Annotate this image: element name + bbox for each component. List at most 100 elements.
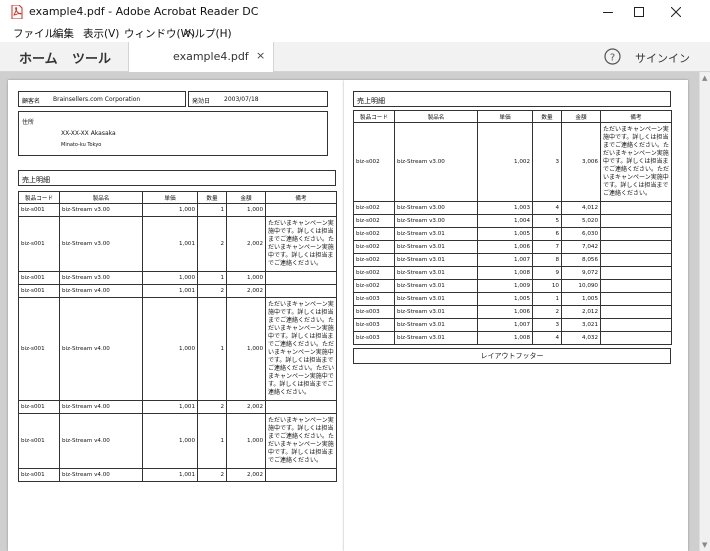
- sales-detail-title-box-2: 売上明細: [353, 91, 671, 107]
- cell-quantity: 4: [532, 201, 562, 215]
- cell-quantity: 2: [532, 305, 562, 319]
- customer-label: 顧客名: [22, 98, 41, 105]
- cell-remarks: [265, 271, 337, 285]
- cell-remarks: [600, 331, 672, 345]
- cell-product-code: biz-s002: [353, 227, 395, 241]
- cell-unit-price: 1,001: [142, 284, 198, 298]
- cell-unit-price: 1,005: [477, 292, 533, 306]
- cell-amount: 4,012: [561, 201, 601, 215]
- cell-unit-price: 1,007: [477, 318, 533, 332]
- cell-remarks: [600, 214, 672, 228]
- close-window-button[interactable]: [656, 0, 696, 24]
- tab-home[interactable]: ホーム: [19, 48, 58, 67]
- cell-product-name: biz-Stream v3.01: [394, 240, 478, 254]
- sales-detail-title-box: 売上明細: [18, 170, 336, 186]
- help-icon[interactable]: ?: [604, 48, 621, 65]
- cell-amount: 2,012: [561, 305, 601, 319]
- table-row: biz-s002 biz-Stream v3.01 1,006 7 7,042: [353, 240, 672, 254]
- cell-remarks: [265, 468, 337, 482]
- maximize-button[interactable]: [619, 0, 659, 24]
- cell-product-code: biz-s001: [18, 468, 60, 482]
- cell-product-code: biz-s001: [18, 284, 60, 298]
- cell-amount: 2,002: [226, 284, 266, 298]
- cell-unit-price: 1,000: [142, 203, 198, 217]
- menu-file[interactable]: ファイル: [13, 26, 55, 41]
- cell-remarks: [600, 305, 672, 319]
- help-glyph: ?: [610, 52, 615, 63]
- layout-footer-label: レイアウトフッター: [480, 352, 544, 360]
- col-unit-price: 単価: [477, 110, 533, 123]
- cell-amount: 2,002: [226, 400, 266, 414]
- cell-product-code: biz-s001: [18, 413, 60, 469]
- col-amount: 金額: [226, 191, 266, 204]
- cell-remarks: [600, 318, 672, 332]
- cell-product-code: biz-s001: [18, 216, 60, 272]
- address-label: 住所: [22, 119, 35, 126]
- table-row: biz-s003 biz-Stream v3.01 1,008 4 4,032: [353, 331, 672, 345]
- cell-remarks: ただいまキャンペーン実施中です。詳しくは担当までご連絡ください。ただいまキャンペ…: [265, 216, 337, 272]
- cell-remarks: [600, 240, 672, 254]
- signin-button[interactable]: サインイン: [635, 50, 690, 66]
- cell-unit-price: 1,008: [477, 331, 533, 345]
- cell-quantity: 7: [532, 240, 562, 254]
- pdf-page-1: 顧客名 Brainsellers.com Corporation 発効日 200…: [8, 80, 344, 551]
- cell-amount: 2,002: [226, 216, 266, 272]
- cell-quantity: 6: [532, 227, 562, 241]
- cell-amount: 1,000: [226, 413, 266, 469]
- scroll-down-icon[interactable]: ▼: [702, 541, 707, 549]
- cell-remarks: [600, 227, 672, 241]
- cell-amount: 7,042: [561, 240, 601, 254]
- tab-document-label: example4.pdf: [173, 50, 249, 63]
- cell-remarks: ただいまキャンペーン実施中です。詳しくは担当までご連絡ください。ただいまキャンペ…: [265, 297, 337, 401]
- menu-edit[interactable]: 編集: [53, 26, 74, 41]
- cell-amount: 3,021: [561, 318, 601, 332]
- cell-product-code: biz-s003: [353, 292, 395, 306]
- document-viewer[interactable]: 顧客名 Brainsellers.com Corporation 発効日 200…: [0, 72, 699, 551]
- menu-view[interactable]: 表示(V): [83, 26, 119, 41]
- col-remarks: 備考: [265, 191, 337, 204]
- cell-unit-price: 1,003: [477, 201, 533, 215]
- cell-remarks: ただいまキャンペーン実施中です。詳しくは担当までご連絡ください。ただいまキャンペ…: [600, 122, 672, 202]
- cell-product-name: biz-Stream v3.01: [394, 292, 478, 306]
- sales-detail-table-page2: 製品コード 製品名 単価 数量 金額 備考 biz-s002 biz-Stream…: [353, 110, 672, 345]
- cell-product-name: biz-Stream v3.01: [394, 253, 478, 267]
- cell-remarks: [600, 201, 672, 215]
- date-value: 2003/07/18: [224, 96, 259, 103]
- cell-unit-price: 1,000: [142, 413, 198, 469]
- layout-footer: レイアウトフッター: [353, 348, 671, 364]
- cell-unit-price: 1,006: [477, 305, 533, 319]
- address-line2: Minato-ku Tokyo: [61, 142, 102, 148]
- vertical-scrollbar[interactable]: ▲ ▼: [699, 72, 710, 551]
- table-row: biz-s002 biz-Stream v3.00 1,002 3 3,006 ただいまキ…: [353, 122, 672, 202]
- cell-remarks: [600, 266, 672, 280]
- cell-product-code: biz-s003: [353, 305, 395, 319]
- cell-quantity: 3: [532, 122, 562, 202]
- table-header-row: 製品コード 製品名 単価 数量 金額 備考: [18, 191, 337, 204]
- customer-value: Brainsellers.com Corporation: [53, 96, 141, 103]
- cell-quantity: 2: [197, 468, 227, 482]
- cell-unit-price: 1,000: [142, 297, 198, 401]
- scroll-up-icon[interactable]: ▲: [702, 74, 707, 82]
- cell-product-code: biz-s001: [18, 400, 60, 414]
- date-label: 発効日: [192, 98, 211, 105]
- cell-quantity: 1: [197, 297, 227, 401]
- close-tab-icon[interactable]: ×: [256, 49, 265, 62]
- cell-unit-price: 1,001: [142, 400, 198, 414]
- table-row: biz-s002 biz-Stream v3.01 1,005 6 6,030: [353, 227, 672, 241]
- cell-product-name: biz-Stream v3.00: [59, 216, 143, 272]
- cell-unit-price: 1,009: [477, 279, 533, 293]
- cell-product-code: biz-s003: [353, 331, 395, 345]
- cell-amount: 6,030: [561, 227, 601, 241]
- cell-unit-price: 1,001: [142, 468, 198, 482]
- minimize-icon: [603, 12, 613, 13]
- cell-amount: 2,002: [226, 468, 266, 482]
- tab-document[interactable]: example4.pdf ×: [128, 42, 274, 72]
- tab-tools[interactable]: ツール: [72, 48, 111, 67]
- cell-product-name: biz-Stream v4.00: [59, 284, 143, 298]
- cell-product-code: biz-s002: [353, 266, 395, 280]
- col-quantity: 数量: [197, 191, 227, 204]
- issue-date-box: 発効日 2003/07/18: [188, 91, 328, 107]
- cell-product-name: biz-Stream v3.01: [394, 318, 478, 332]
- menu-help[interactable]: ヘルプ(H): [184, 26, 232, 41]
- table-row: biz-s003 biz-Stream v3.01 1,007 3 3,021: [353, 318, 672, 332]
